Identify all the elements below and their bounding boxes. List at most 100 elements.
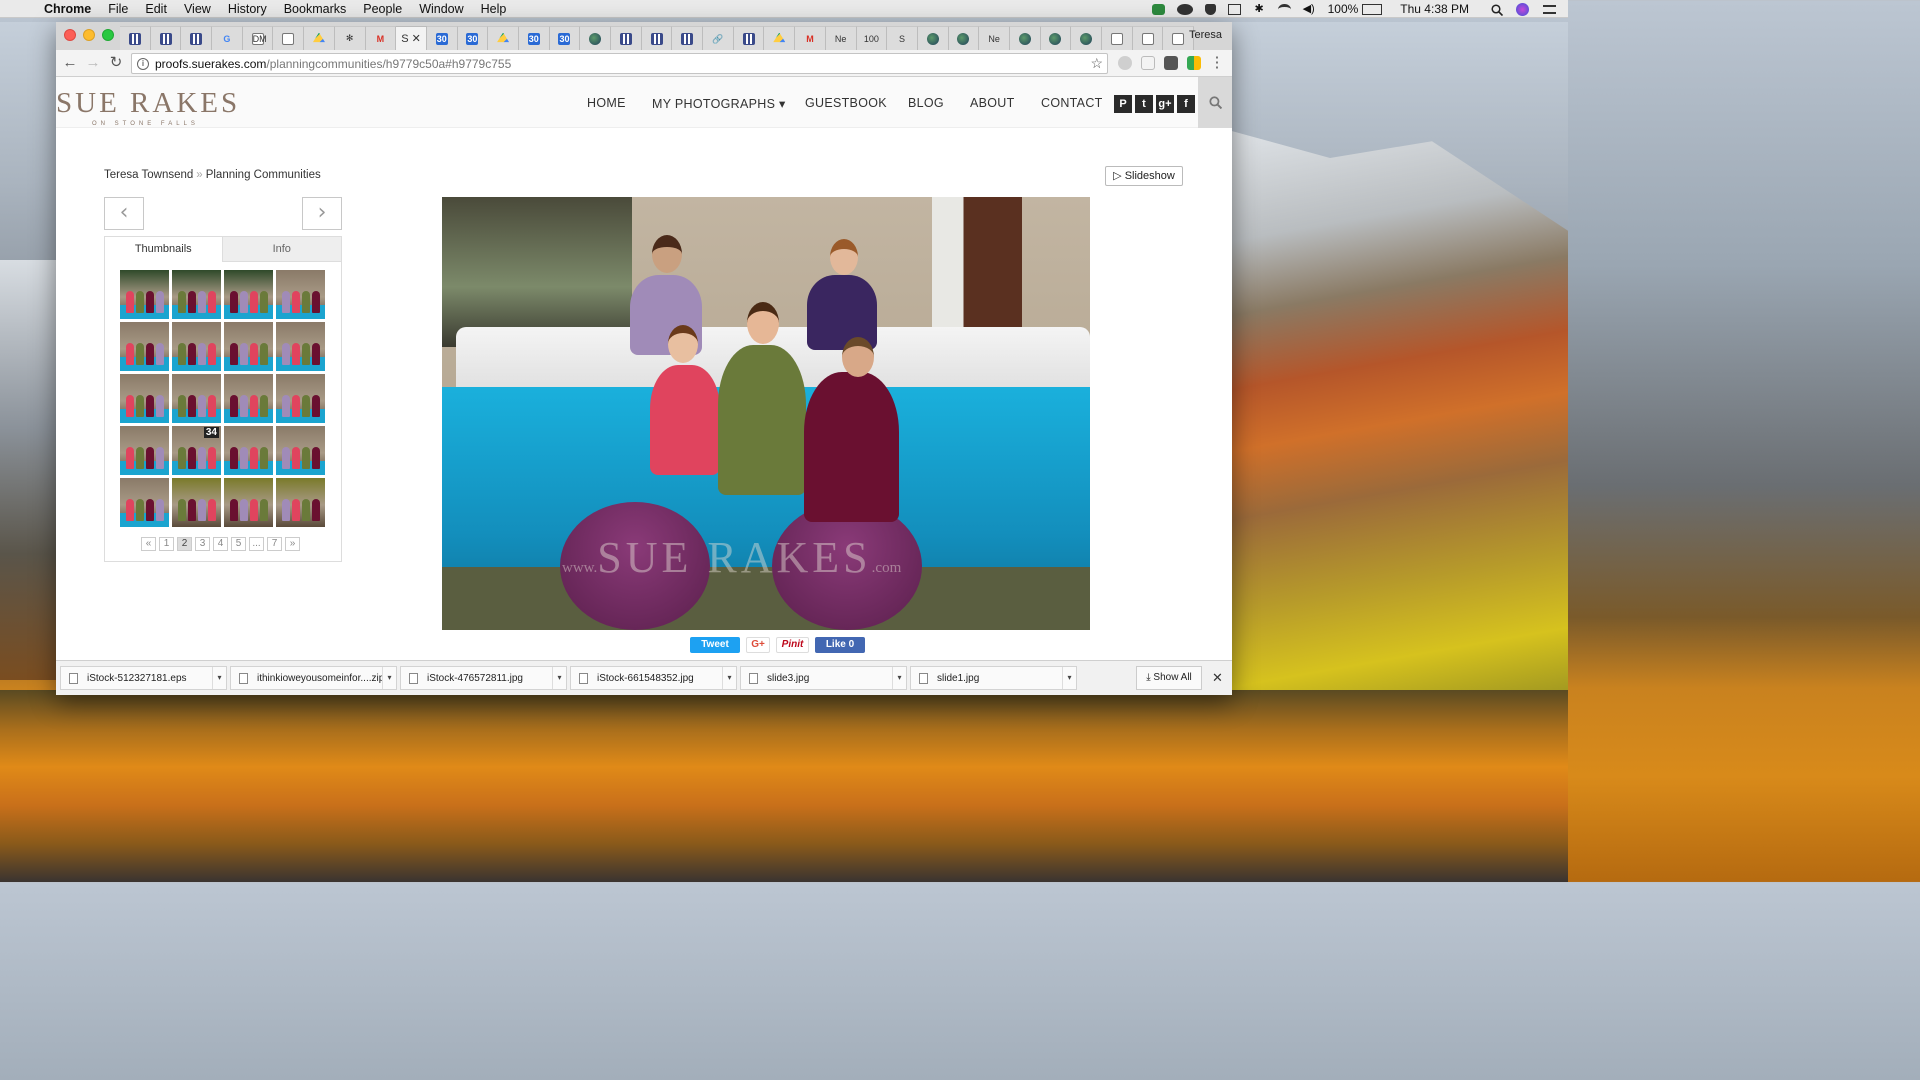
browser-tab[interactable] <box>181 26 213 50</box>
menu-app-name[interactable]: Chrome <box>44 2 91 16</box>
main-photo[interactable]: www.SUE RAKES.com <box>442 197 1090 630</box>
browser-tab[interactable]: S <box>887 26 918 50</box>
browser-tab[interactable]: ✻ <box>334 26 366 50</box>
chrome-menu-icon[interactable]: ⋮ <box>1208 54 1226 72</box>
nav-contact[interactable]: CONTACT <box>1041 96 1103 110</box>
caret-down-icon[interactable]: ▾ <box>892 667 906 689</box>
caret-down-icon[interactable]: ▾ <box>722 667 736 689</box>
menu-file[interactable]: File <box>108 2 128 16</box>
browser-tab[interactable] <box>1132 26 1164 50</box>
caret-down-icon[interactable]: ▾ <box>382 667 396 689</box>
caret-down-icon[interactable]: ▾ <box>212 667 226 689</box>
menu-view[interactable]: View <box>184 2 211 16</box>
thumbnail[interactable] <box>276 270 325 319</box>
download-item[interactable]: slide3.jpg ▾ <box>740 666 907 690</box>
pager-item[interactable]: 3 <box>195 537 210 551</box>
browser-tab[interactable] <box>273 26 305 50</box>
browser-tab[interactable]: S ✕ <box>396 26 427 50</box>
airplay-icon[interactable] <box>1227 3 1241 15</box>
thumbnail[interactable] <box>120 478 169 527</box>
breadcrumb-link-owner[interactable]: Teresa Townsend <box>104 169 193 181</box>
browser-tab[interactable] <box>1102 26 1133 50</box>
thumbnail[interactable] <box>172 478 221 527</box>
thumbnail[interactable] <box>120 374 169 423</box>
thumbnail[interactable] <box>172 374 221 423</box>
site-search-button[interactable] <box>1198 77 1232 128</box>
thumbnail[interactable] <box>224 322 273 371</box>
browser-tab[interactable]: 30 <box>457 26 489 50</box>
close-download-bar-icon[interactable]: ✕ <box>1212 670 1223 686</box>
browser-tab[interactable]: M <box>365 26 397 50</box>
nav-blog[interactable]: BLOG <box>908 96 944 110</box>
siri-icon[interactable] <box>1516 2 1529 16</box>
browser-tab[interactable]: 30 <box>549 26 581 50</box>
browser-tab[interactable] <box>150 26 182 50</box>
menu-bookmarks[interactable]: Bookmarks <box>284 2 347 16</box>
notification-center-icon[interactable] <box>1543 4 1556 14</box>
show-all-downloads-button[interactable]: ⤓ Show All <box>1136 666 1202 690</box>
site-info-icon[interactable]: i <box>137 57 149 70</box>
browser-tab[interactable]: M <box>795 26 826 50</box>
battery-percent[interactable]: 100% <box>1328 2 1359 16</box>
zoom-window-button[interactable] <box>102 29 114 41</box>
facebook-icon[interactable]: f <box>1177 95 1195 113</box>
bookmark-star-icon[interactable]: ☆ <box>1090 55 1103 72</box>
tab-info[interactable]: Info <box>222 237 341 262</box>
pinterest-icon[interactable]: P <box>1114 95 1132 113</box>
creative-cloud-status-icon[interactable] <box>1176 3 1193 15</box>
thumbnail[interactable] <box>276 374 325 423</box>
download-item[interactable]: iStock-476572811.jpg ▾ <box>400 666 567 690</box>
browser-tab[interactable]: G <box>212 26 243 50</box>
thumbnail[interactable] <box>224 374 273 423</box>
thumbnail[interactable] <box>172 322 221 371</box>
wifi-icon[interactable] <box>1277 3 1291 15</box>
thumbnail[interactable] <box>172 270 221 319</box>
browser-tab[interactable] <box>917 26 949 50</box>
minimize-window-button[interactable] <box>83 29 95 41</box>
browser-tab[interactable] <box>611 26 642 50</box>
caret-down-icon[interactable]: ▾ <box>552 667 566 689</box>
browser-tab[interactable] <box>1040 26 1072 50</box>
browser-tab[interactable]: 30 <box>426 26 458 50</box>
browser-tab[interactable]: 30 <box>518 26 550 50</box>
pin-it-button[interactable]: Pinit <box>776 637 809 653</box>
browser-tab[interactable] <box>304 26 335 50</box>
thumbnail[interactable] <box>276 478 325 527</box>
pager-item[interactable]: » <box>285 537 300 551</box>
bluetooth-icon[interactable]: ✱ <box>1253 3 1266 15</box>
address-bar[interactable]: i proofs.suerakes.com /planningcommuniti… <box>131 53 1108 74</box>
reload-icon[interactable]: ↻ <box>107 54 125 72</box>
browser-tab[interactable] <box>488 26 519 50</box>
thumbnail[interactable] <box>120 426 169 475</box>
extension-icon-4[interactable] <box>1187 56 1201 70</box>
browser-tab[interactable] <box>672 26 704 50</box>
browser-tab[interactable]: Ne <box>979 26 1010 50</box>
browser-tab[interactable] <box>1071 26 1102 50</box>
battery-icon[interactable] <box>1362 3 1383 15</box>
browser-tab[interactable]: 100 <box>856 26 888 50</box>
pager-item[interactable]: 4 <box>213 537 228 551</box>
pager-item[interactable]: 1 <box>159 537 174 551</box>
browser-tab[interactable] <box>733 26 765 50</box>
extension-icon-1[interactable] <box>1118 56 1132 70</box>
breadcrumb-current[interactable]: Planning Communities <box>206 169 321 181</box>
menu-window[interactable]: Window <box>419 2 463 16</box>
browser-tab[interactable]: DM <box>242 26 274 50</box>
nav-guestbook[interactable]: GUESTBOOK <box>805 96 887 110</box>
thumbnail[interactable] <box>224 478 273 527</box>
clock[interactable]: Thu 4:38 PM <box>1400 2 1469 16</box>
back-arrow-icon[interactable]: ← <box>61 54 79 72</box>
thumbnail[interactable] <box>276 322 325 371</box>
browser-tab[interactable] <box>1009 26 1041 50</box>
close-window-button[interactable] <box>64 29 76 41</box>
twitter-icon[interactable]: t <box>1135 95 1153 113</box>
thumbnail[interactable] <box>120 270 169 319</box>
menu-history[interactable]: History <box>228 2 267 16</box>
nav-my-photographs[interactable]: MY PHOTOGRAPHS ▾ <box>652 96 786 111</box>
pager-item[interactable]: 5 <box>231 537 246 551</box>
pager-item[interactable]: ... <box>249 537 264 551</box>
caret-down-icon[interactable]: ▾ <box>1062 667 1076 689</box>
site-logo[interactable]: SUE RAKES <box>56 87 240 120</box>
nav-home[interactable]: HOME <box>587 96 626 110</box>
tweet-button[interactable]: Tweet <box>690 637 740 653</box>
